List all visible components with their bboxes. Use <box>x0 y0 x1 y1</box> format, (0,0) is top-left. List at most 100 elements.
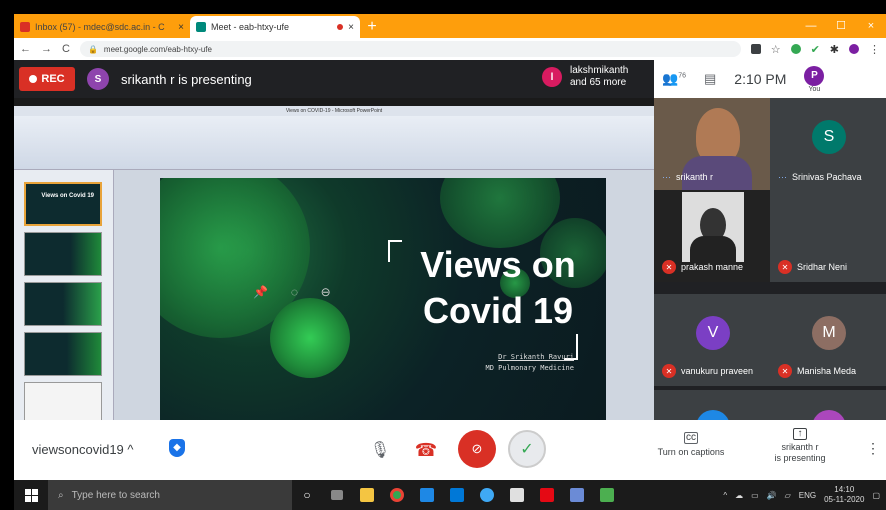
mic-off-icon: ✕ <box>778 364 792 378</box>
participant-tile[interactable]: ✕ prakash manne <box>654 190 770 282</box>
screen: Inbox (57) - mdec@sdc.ac.in - C × Meet -… <box>0 0 886 510</box>
tab-close-icon[interactable]: × <box>348 22 354 33</box>
back-icon[interactable]: ← <box>20 43 31 55</box>
mic-off-icon: ✕ <box>662 364 676 378</box>
participant-name: Sridhar Neni <box>797 262 848 272</box>
mail-icon[interactable] <box>412 480 442 510</box>
taskbar-search[interactable]: ⌕ Type here to search <box>48 480 292 510</box>
netflix-icon[interactable] <box>532 480 562 510</box>
address-bar[interactable]: 🔒 meet.google.com/eab-htxy-ufe <box>79 41 741 57</box>
participant-tile[interactable]: M ✕ Manisha Meda <box>770 294 886 386</box>
slide-thumbnail[interactable] <box>24 282 102 326</box>
leave-call-button[interactable]: ☎ <box>412 436 440 464</box>
people-icon[interactable]: 👥76 <box>662 71 686 87</box>
participant-avatar <box>696 410 730 420</box>
extension-icon[interactable] <box>790 44 801 54</box>
captions-button[interactable]: cc Turn on captions <box>654 432 728 457</box>
virus-graphic <box>440 178 560 248</box>
captions-label: Turn on captions <box>657 447 725 457</box>
url-text: meet.google.com/eab-htxy-ufe <box>103 44 212 54</box>
checkmark-extension-icon[interactable]: ✔ <box>811 43 820 56</box>
menu-dots-icon[interactable]: ⋮ <box>869 43 880 56</box>
close-window-button[interactable]: × <box>856 14 886 38</box>
presenting-text: srikanth r is presenting <box>121 71 252 87</box>
participant-tile[interactable]: ··· srikanth r <box>654 98 770 190</box>
start-button[interactable] <box>14 480 48 510</box>
forward-icon[interactable]: → <box>41 43 52 55</box>
task-view-icon[interactable] <box>322 480 352 510</box>
present-screen-icon: ↑ <box>793 428 807 440</box>
participant-name: srikanth r <box>676 172 714 182</box>
meeting-name: viewsoncovid19 <box>32 442 124 457</box>
participants-grid: ··· srikanth r S ··· Srinivas Pachava ✕ pra… <box>654 98 886 420</box>
puzzle-icon[interactable]: ✱ <box>830 43 839 56</box>
maximize-button[interactable]: ☐ <box>826 14 856 38</box>
recording-dot-icon <box>337 24 344 30</box>
present-now-button[interactable]: ↑ srikanth r is presenting <box>762 428 838 464</box>
battery-icon[interactable]: ▭ <box>751 491 759 500</box>
participant-tile[interactable]: V ✕ vanukuru praveen <box>654 294 770 386</box>
minimize-button[interactable]: — <box>796 14 826 38</box>
self-avatar[interactable]: P <box>804 65 825 86</box>
tab-meet[interactable]: Meet - eab-htxy-ufe × <box>190 16 360 38</box>
clock-time: 14:10 <box>834 485 855 494</box>
participant-name: Srinivas Pachava <box>792 172 862 182</box>
new-tab-button[interactable]: + <box>360 16 384 38</box>
participant-name: vanukuru praveen <box>681 366 754 376</box>
tab-inbox[interactable]: Inbox (57) - mdec@sdc.ac.in - C × <box>14 16 190 38</box>
clock[interactable]: 14:10 05-11-2020 <box>824 485 864 505</box>
participant-avatar: S <box>812 120 846 154</box>
profile-avatar[interactable] <box>849 44 859 54</box>
file-explorer-icon[interactable] <box>352 480 382 510</box>
shield-icon[interactable]: ◆ <box>169 439 185 457</box>
camera-toggle-button[interactable]: ⊘ <box>458 430 496 468</box>
edge-icon[interactable] <box>472 480 502 510</box>
reload-icon[interactable]: C <box>62 43 70 55</box>
participant-tile[interactable]: S ··· Srinivas Pachava <box>770 98 886 190</box>
cloud-icon[interactable]: ☁ <box>735 491 743 500</box>
search-icon: ⌕ <box>58 489 64 501</box>
star-icon[interactable]: ☆ <box>771 43 781 56</box>
slide-thumbnail[interactable] <box>24 332 102 376</box>
notification-icon[interactable]: ▢ <box>872 491 880 500</box>
tab-close-icon[interactable]: × <box>178 22 184 33</box>
meeting-details[interactable]: viewsoncovid19 ^ <box>32 442 134 457</box>
participant-avatar: M <box>812 316 846 350</box>
chat-icon[interactable]: ▤ <box>704 71 716 87</box>
language-indicator[interactable]: ENG <box>799 491 816 500</box>
participant-tile[interactable] <box>654 390 770 420</box>
recording-badge: REC <box>19 67 75 91</box>
mute-tile-icon[interactable]: ◌ <box>291 285 298 299</box>
green-app-icon[interactable] <box>592 480 622 510</box>
participant-tile[interactable]: ✕ Sridhar Neni <box>770 190 886 282</box>
slide-thumbnail[interactable] <box>24 232 102 276</box>
camera-indicator-icon[interactable] <box>750 44 761 54</box>
more-options-icon[interactable]: ⋮ <box>866 440 880 457</box>
chrome-icon[interactable] <box>382 480 412 510</box>
photos-icon[interactable] <box>562 480 592 510</box>
person-silhouette <box>690 236 736 262</box>
slide-thumbnail[interactable]: Views on Covid 19 <box>24 182 102 226</box>
pin-icon[interactable]: 📌 <box>253 285 268 299</box>
remove-icon[interactable]: ⊖ <box>321 285 331 299</box>
volume-icon[interactable]: 🔊 <box>767 491 777 500</box>
microphone-button[interactable]: 🎙 <box>366 436 394 464</box>
slide-title-line: Views on <box>420 244 576 285</box>
other-participants-chip[interactable]: l lakshmikanth and 65 more <box>542 65 628 89</box>
record-icon <box>29 75 38 83</box>
network-icon[interactable]: ▱ <box>785 491 791 500</box>
clock-date: 05-11-2020 <box>824 495 865 504</box>
store-icon[interactable] <box>442 480 472 510</box>
cortana-icon[interactable]: ○ <box>292 480 322 510</box>
confirm-button[interactable]: ✓ <box>508 430 546 468</box>
tile-hover-controls: 📌 ◌ ⊖ <box>242 280 342 304</box>
participant-more: and 65 more <box>570 77 627 88</box>
participant-tile[interactable] <box>770 390 886 420</box>
mic-off-icon: ✕ <box>662 260 676 274</box>
tray-chevron-icon[interactable]: ^ <box>723 491 727 500</box>
app-icon[interactable] <box>502 480 532 510</box>
meet-top-bar: REC S srikanth r is presenting l lakshmi… <box>14 60 886 98</box>
speaking-icon: ··· <box>778 172 787 182</box>
lock-icon: 🔒 <box>87 44 98 54</box>
windows-taskbar: ⌕ Type here to search ○ ^ ☁ ▭ 🔊 ▱ ENG 14:… <box>14 480 886 510</box>
